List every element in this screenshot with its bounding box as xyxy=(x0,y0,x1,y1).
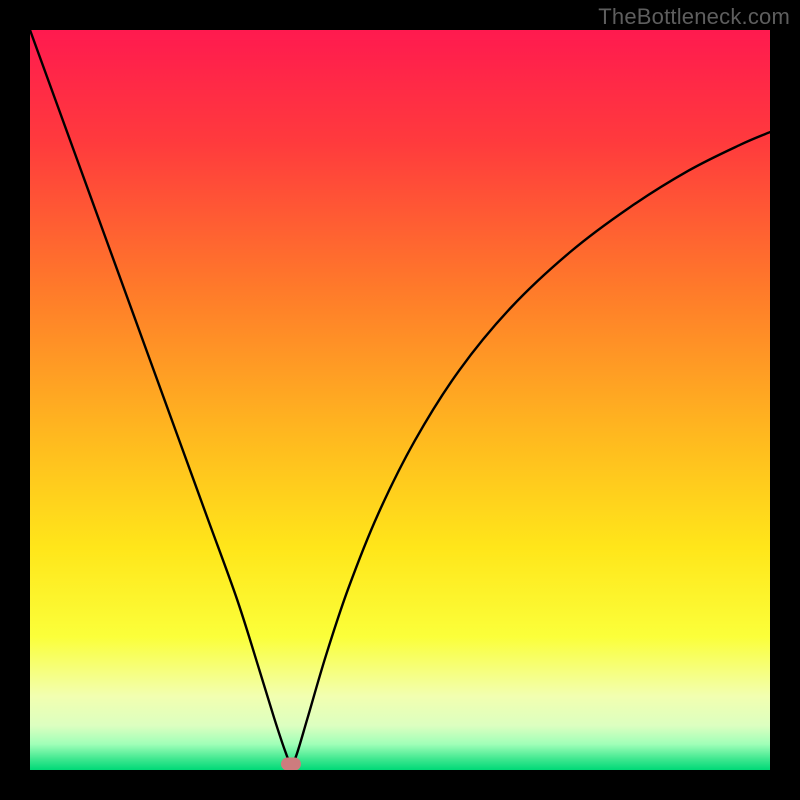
optimal-point-marker xyxy=(281,758,301,770)
chart-frame: TheBottleneck.com xyxy=(0,0,800,800)
plot-area xyxy=(30,30,770,770)
plot-svg xyxy=(30,30,770,770)
watermark-text: TheBottleneck.com xyxy=(598,4,790,30)
gradient-background xyxy=(30,30,770,770)
